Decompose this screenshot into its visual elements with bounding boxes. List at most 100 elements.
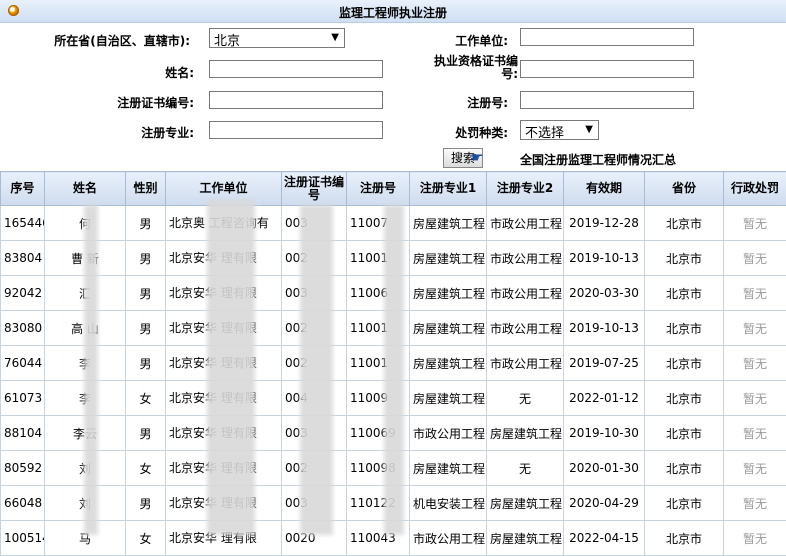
major-input[interactable]: [209, 121, 383, 139]
major-2-cell: 房屋建筑工程: [487, 486, 564, 521]
valid-until-cell: 2022-04-15: [564, 521, 645, 556]
province-cell: 北京市: [645, 276, 724, 311]
qualification-label: 执业资格证书编号:: [420, 55, 518, 81]
penalty-cell: 暂无: [724, 521, 786, 556]
col-header[interactable]: 有效期: [564, 172, 645, 206]
major-1-cell: 房屋建筑工程: [410, 346, 487, 381]
major-1-cell: 市政公用工程: [410, 521, 487, 556]
penalty-cell: 暂无: [724, 346, 786, 381]
major-1-cell: 房屋建筑工程: [410, 311, 487, 346]
col-header[interactable]: 姓名: [45, 172, 126, 206]
province-select[interactable]: 北京 ▼: [209, 28, 345, 48]
redaction-blur: [84, 205, 98, 535]
gender-cell: 女: [126, 451, 166, 486]
major-1-cell: 房屋建筑工程: [410, 206, 487, 241]
major-2-cell: 市政公用工程: [487, 346, 564, 381]
row-index-cell: 76044: [1, 346, 45, 381]
window-titlebar: 监理工程师执业注册: [0, 0, 786, 23]
major-2-cell: 房屋建筑工程: [487, 416, 564, 451]
row-index-cell: 88104: [1, 416, 45, 451]
major-2-cell: 市政公用工程: [487, 276, 564, 311]
qualification-input[interactable]: [520, 60, 694, 78]
province-cell: 北京市: [645, 311, 724, 346]
valid-until-cell: 2020-04-29: [564, 486, 645, 521]
row-index-cell: 83080: [1, 311, 45, 346]
chevron-down-icon: ▼: [331, 32, 339, 43]
major-2-cell: 市政公用工程: [487, 206, 564, 241]
gender-cell: 男: [126, 416, 166, 451]
redaction-blur: [384, 205, 404, 535]
major-1-cell: 机电安装工程: [410, 486, 487, 521]
penalty-cell: 暂无: [724, 206, 786, 241]
gender-cell: 男: [126, 346, 166, 381]
major-2-cell: 市政公用工程: [487, 311, 564, 346]
reg-no-input[interactable]: [520, 91, 694, 109]
province-cell: 北京市: [645, 416, 724, 451]
valid-until-cell: 2022-01-12: [564, 381, 645, 416]
row-index-cell: 61073: [1, 381, 45, 416]
major-2-cell: 无: [487, 381, 564, 416]
valid-until-cell: 2020-01-30: [564, 451, 645, 486]
province-cell: 北京市: [645, 521, 724, 556]
redaction-blur: [300, 205, 333, 535]
major-1-cell: 房屋建筑工程: [410, 276, 487, 311]
table-header-row: 序号 姓名 性别 工作单位 注册证书编号 注册号 注册专业1 注册专业2 有效期…: [1, 172, 786, 206]
col-header[interactable]: 注册号: [347, 172, 410, 206]
penalty-cell: 暂无: [724, 311, 786, 346]
col-header[interactable]: 性别: [126, 172, 166, 206]
row-index-cell: 100514: [1, 521, 45, 556]
col-header[interactable]: 注册证书编号: [282, 172, 347, 206]
penalty-cell: 暂无: [724, 276, 786, 311]
valid-until-cell: 2019-12-28: [564, 206, 645, 241]
col-header[interactable]: 行政处罚: [724, 172, 786, 206]
province-cell: 北京市: [645, 486, 724, 521]
chevron-down-icon: ▼: [585, 124, 593, 135]
reg-cert-input[interactable]: [209, 91, 383, 109]
major-2-cell: 房屋建筑工程: [487, 521, 564, 556]
window-title: 监理工程师执业注册: [0, 4, 786, 21]
work-unit-input[interactable]: [520, 28, 694, 46]
valid-until-cell: 2020-03-30: [564, 276, 645, 311]
row-index-cell: 66048: [1, 486, 45, 521]
valid-until-cell: 2019-10-13: [564, 241, 645, 276]
col-header[interactable]: 省份: [645, 172, 724, 206]
major-1-cell: 房屋建筑工程: [410, 451, 487, 486]
col-header[interactable]: 序号: [1, 172, 45, 206]
valid-until-cell: 2019-10-30: [564, 416, 645, 451]
valid-until-cell: 2019-07-25: [564, 346, 645, 381]
province-cell: 北京市: [645, 451, 724, 486]
province-cell: 北京市: [645, 241, 724, 276]
work-unit-label: 工作单位:: [420, 32, 508, 49]
gender-cell: 男: [126, 486, 166, 521]
province-cell: 北京市: [645, 381, 724, 416]
penalty-cell: 暂无: [724, 241, 786, 276]
penalty-cell: 暂无: [724, 451, 786, 486]
major-1-cell: 房屋建筑工程: [410, 381, 487, 416]
gender-cell: 女: [126, 521, 166, 556]
major-2-cell: 无: [487, 451, 564, 486]
name-input[interactable]: [209, 60, 383, 78]
penalty-select[interactable]: 不选择 ▼: [520, 120, 599, 140]
col-header[interactable]: 注册专业2: [487, 172, 564, 206]
row-index-cell: 165446: [1, 206, 45, 241]
gender-cell: 女: [126, 381, 166, 416]
penalty-label: 处罚种类:: [420, 124, 508, 141]
row-index-cell: 80592: [1, 451, 45, 486]
name-label: 姓名:: [100, 64, 194, 81]
gender-cell: 男: [126, 311, 166, 346]
gender-cell: 男: [126, 241, 166, 276]
major-label: 注册专业:: [100, 124, 194, 141]
summary-link[interactable]: 全国注册监理工程师情况汇总: [520, 151, 676, 168]
row-index-cell: 92042: [1, 276, 45, 311]
search-form: 所在省(自治区、直辖市): 北京 ▼ 工作单位: 姓名: 执业资格证书编号: 注…: [0, 22, 786, 172]
penalty-cell: 暂无: [724, 381, 786, 416]
penalty-select-value: 不选择: [525, 126, 564, 141]
reg-no-label: 注册号:: [420, 94, 508, 111]
penalty-cell: 暂无: [724, 486, 786, 521]
province-label: 所在省(自治区、直辖市):: [40, 32, 190, 49]
reg-cert-label: 注册证书编号:: [80, 94, 194, 111]
major-1-cell: 市政公用工程: [410, 416, 487, 451]
province-cell: 北京市: [645, 346, 724, 381]
major-1-cell: 房屋建筑工程: [410, 241, 487, 276]
col-header[interactable]: 注册专业1: [410, 172, 487, 206]
